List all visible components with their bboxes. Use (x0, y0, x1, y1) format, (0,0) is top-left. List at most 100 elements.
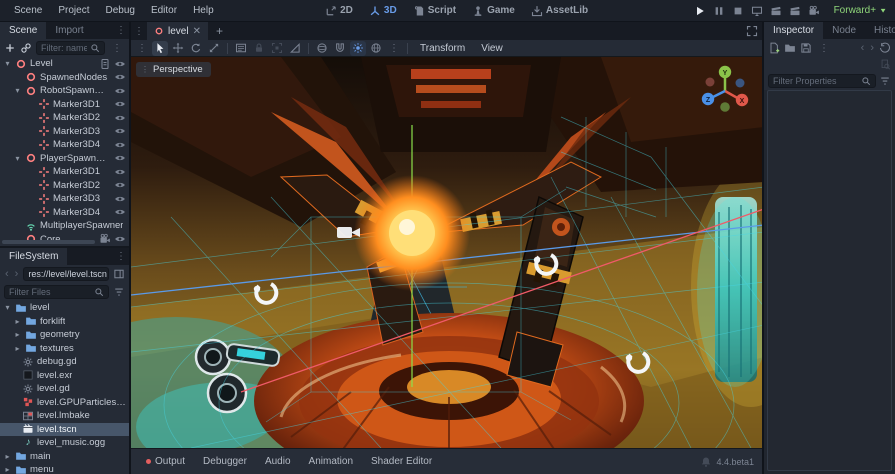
workspace-script[interactable]: Script (407, 3, 462, 19)
file-filter-input[interactable] (9, 287, 91, 297)
file-row[interactable]: ▸geometry (0, 328, 129, 342)
sun-environment-menu-icon[interactable]: ⋮ (386, 43, 402, 54)
visibility-eye-icon[interactable] (114, 71, 126, 83)
scene-tree-hscrollbar[interactable] (2, 240, 95, 244)
tab-scene[interactable]: Scene (0, 22, 46, 39)
bottom-tab-audio[interactable]: Audio (258, 453, 298, 470)
visibility-eye-icon[interactable] (114, 125, 126, 137)
expander-icon[interactable]: ▸ (13, 330, 22, 339)
play-custom-scene-button[interactable] (789, 5, 801, 17)
new-scene-tab-button[interactable]: + (208, 24, 231, 38)
pause-button[interactable] (713, 5, 725, 17)
tree-node[interactable]: Marker3D1 (0, 98, 129, 112)
file-row[interactable]: level.GPUParticlesCollisio... (0, 396, 129, 410)
tree-node[interactable]: Marker3D4 (0, 206, 129, 220)
visibility-eye-icon[interactable] (114, 58, 126, 70)
preview-environment-button[interactable] (368, 41, 384, 56)
scale-mode-button[interactable] (206, 41, 222, 56)
file-row[interactable]: ▸textures (0, 342, 129, 356)
bottom-tab-debugger[interactable]: Debugger (196, 453, 254, 470)
load-resource-folder-icon[interactable] (784, 42, 796, 54)
history-list-icon[interactable] (879, 42, 891, 54)
tab-inspector[interactable]: Inspector (764, 22, 823, 39)
file-row[interactable]: ▸forklift (0, 315, 129, 329)
perspective-menu[interactable]: ⋮ Perspective (136, 62, 211, 77)
workspace-assetlib[interactable]: AssetLib (525, 3, 594, 19)
visibility-eye-icon[interactable] (114, 179, 126, 191)
property-favorites-icon[interactable] (879, 75, 891, 87)
tree-node[interactable]: ▾RobotSpawnpoints (0, 84, 129, 98)
stop-button[interactable] (732, 5, 744, 17)
transform-menu[interactable]: Transform (413, 43, 472, 54)
resource-extra-menu-icon[interactable]: ⋮ (816, 43, 832, 54)
preview-sun-button[interactable] (350, 41, 366, 56)
menu-debug[interactable]: Debug (99, 3, 140, 18)
move-mode-button[interactable] (170, 41, 186, 56)
nav-back-button[interactable]: ‹ (4, 268, 10, 280)
add-node-button[interactable] (4, 42, 16, 54)
menu-scene[interactable]: Scene (8, 3, 48, 18)
viewport-3d[interactable]: ⋮ Perspective Y X Z (131, 57, 762, 448)
file-row[interactable]: ▾level (0, 301, 129, 315)
notification-bell-icon[interactable] (700, 456, 712, 468)
workspace-3d[interactable]: 3D (363, 3, 403, 19)
snap-toggle-button[interactable] (332, 41, 348, 56)
file-row[interactable]: level.exr (0, 369, 129, 383)
property-filter-input[interactable] (773, 76, 858, 86)
visibility-eye-icon[interactable] (114, 193, 126, 205)
bottom-tab-animation[interactable]: Animation (302, 453, 360, 470)
scene-tree-menu-icon[interactable]: ⋮ (109, 43, 125, 54)
open-docs-icon[interactable] (880, 59, 891, 70)
expander-icon[interactable]: ▸ (3, 465, 12, 474)
tree-node[interactable]: Marker3D2 (0, 179, 129, 193)
expander-icon[interactable]: ▸ (13, 344, 22, 353)
file-row[interactable]: ♪level_music.ogg (0, 436, 129, 450)
local-space-button[interactable] (314, 41, 330, 56)
selection-list-button[interactable] (233, 41, 249, 56)
visibility-eye-icon[interactable] (114, 98, 126, 110)
tab-history[interactable]: History (865, 22, 895, 39)
visibility-eye-icon[interactable] (114, 85, 126, 97)
ruler-mode-button[interactable] (287, 41, 303, 56)
visibility-eye-icon[interactable] (114, 206, 126, 218)
visibility-eye-icon[interactable] (114, 139, 126, 151)
scene-dock-menu-icon[interactable]: ⋮ (113, 22, 129, 39)
expand-viewport-icon[interactable] (746, 25, 758, 37)
toggle-split-mode-icon[interactable] (113, 268, 125, 280)
play-scene-button[interactable] (770, 5, 782, 17)
file-row[interactable]: ▸menu (0, 463, 129, 474)
tab-node[interactable]: Node (823, 22, 865, 39)
expander-icon[interactable]: ▸ (13, 317, 22, 326)
menu-help[interactable]: Help (187, 3, 220, 18)
filesystem-menu-icon[interactable]: ⋮ (113, 248, 129, 265)
nav-forward-button[interactable]: › (14, 268, 20, 280)
current-path-field[interactable]: res://level/level.tscn (23, 267, 109, 281)
workspace-game[interactable]: Game (466, 3, 521, 19)
menu-editor[interactable]: Editor (145, 3, 183, 18)
tree-node[interactable]: Marker3D4 (0, 138, 129, 152)
history-forward-button[interactable]: › (869, 42, 875, 54)
tree-node[interactable]: MultiplayerSpawner (0, 219, 129, 233)
group-node-button[interactable] (269, 41, 285, 56)
visibility-eye-icon[interactable] (114, 166, 126, 178)
file-row[interactable]: level.gd (0, 382, 129, 396)
rotate-mode-button[interactable] (188, 41, 204, 56)
expander-icon[interactable]: ▾ (13, 154, 22, 163)
script-attached-icon[interactable] (99, 58, 111, 70)
select-mode-button[interactable] (152, 41, 168, 56)
file-row[interactable]: debug.gd (0, 355, 129, 369)
view-menu[interactable]: View (474, 43, 510, 54)
expander-icon[interactable]: ▾ (13, 86, 22, 95)
movie-maker-button[interactable] (808, 5, 820, 17)
menu-project[interactable]: Project (52, 3, 95, 18)
visibility-eye-icon[interactable] (114, 112, 126, 124)
file-row-selected[interactable]: level.tscn (0, 423, 129, 437)
new-resource-icon[interactable] (768, 42, 780, 54)
file-sort-icon[interactable] (113, 286, 125, 298)
lock-node-button[interactable] (251, 41, 267, 56)
scene-filter-input[interactable] (41, 43, 87, 53)
tree-node[interactable]: SpawnedNodes (0, 71, 129, 85)
file-row[interactable]: level.lmbake (0, 409, 129, 423)
tree-node[interactable]: Marker3D1 (0, 165, 129, 179)
scene-tab-level[interactable]: level ✕ (147, 22, 208, 40)
